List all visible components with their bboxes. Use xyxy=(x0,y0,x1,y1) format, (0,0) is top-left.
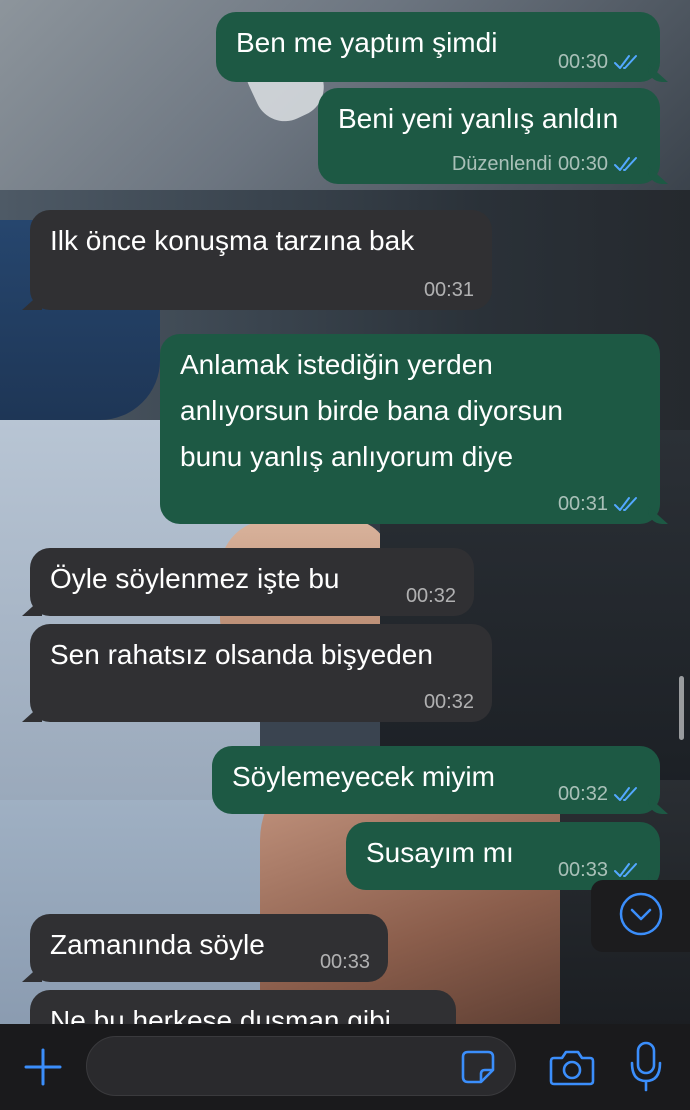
chevron-down-circle-icon xyxy=(618,891,664,942)
read-receipt-icon xyxy=(614,53,644,71)
message-time: 00:33 xyxy=(319,951,370,973)
read-receipt-icon xyxy=(614,785,644,803)
message-input[interactable] xyxy=(86,1036,516,1096)
microphone-icon[interactable] xyxy=(626,1040,666,1094)
incoming-message-bubble[interactable]: Öyle söylenmez işte bu 00:32 xyxy=(30,548,474,616)
message-text: Ne bu herkese duşman gibi xyxy=(50,1005,391,1024)
message-time: 00:33 xyxy=(557,859,608,881)
outgoing-message-bubble[interactable]: Anlamak istediğin yerden anlıyorsun bird… xyxy=(160,334,660,524)
outgoing-message-bubble[interactable]: Ben me yaptım şimdi 00:30 xyxy=(216,12,660,82)
message-text: Sen rahatsız olsanda bişyeden xyxy=(50,639,433,670)
incoming-message-bubble[interactable]: Ne bu herkese duşman gibi xyxy=(30,990,456,1024)
message-meta: 00:32 xyxy=(558,782,644,806)
read-receipt-icon xyxy=(614,861,644,879)
message-text: Anlamak istediğin yerden anlıyorsun bird… xyxy=(180,349,563,472)
camera-icon[interactable] xyxy=(548,1044,596,1090)
scrollbar[interactable] xyxy=(679,676,684,740)
message-text: Beni yeni yanlış anldın xyxy=(338,103,619,134)
message-meta: 00:30 xyxy=(558,50,644,74)
read-receipt-icon xyxy=(614,155,644,173)
message-meta: 00:32 xyxy=(424,690,474,714)
plus-icon[interactable] xyxy=(20,1044,66,1090)
composer-bar xyxy=(0,1024,690,1110)
message-text: Ilk önce konuşma tarzına bak xyxy=(50,225,415,256)
scroll-to-bottom-button[interactable] xyxy=(591,880,690,952)
message-meta: 00:33 xyxy=(320,950,370,974)
outgoing-message-bubble[interactable]: Beni yeni yanlış anldın Düzenlendi 00:30 xyxy=(318,88,660,184)
message-time: 00:31 xyxy=(423,279,474,301)
message-meta: 00:31 xyxy=(558,492,644,516)
incoming-message-bubble[interactable]: Zamanında söyle 00:33 xyxy=(30,914,388,982)
message-time: 00:30 xyxy=(557,153,608,175)
message-meta: 00:32 xyxy=(406,584,456,608)
read-receipt-icon xyxy=(614,495,644,513)
message-time: 00:32 xyxy=(423,691,474,713)
message-time: 00:30 xyxy=(557,51,608,73)
outgoing-message-bubble[interactable]: Söylemeyecek miyim 00:32 xyxy=(212,746,660,814)
message-meta: 00:33 xyxy=(558,858,644,882)
message-meta: 00:31 xyxy=(424,278,474,302)
message-text: Öyle söylenmez işte bu xyxy=(50,563,340,594)
incoming-message-bubble[interactable]: Ilk önce konuşma tarzına bak 00:31 xyxy=(30,210,492,310)
message-time: 00:32 xyxy=(405,585,456,607)
incoming-message-bubble[interactable]: Sen rahatsız olsanda bişyeden 00:32 xyxy=(30,624,492,722)
message-time: 00:31 xyxy=(557,493,608,515)
edited-label: Düzenlendi xyxy=(451,153,552,175)
sticker-icon[interactable] xyxy=(459,1048,497,1086)
message-list: Ben me yaptım şimdi 00:30 Beni yeni yanlış… xyxy=(0,0,690,1024)
message-meta: Düzenlendi 00:30 xyxy=(452,152,644,176)
message-time: 00:32 xyxy=(557,783,608,805)
